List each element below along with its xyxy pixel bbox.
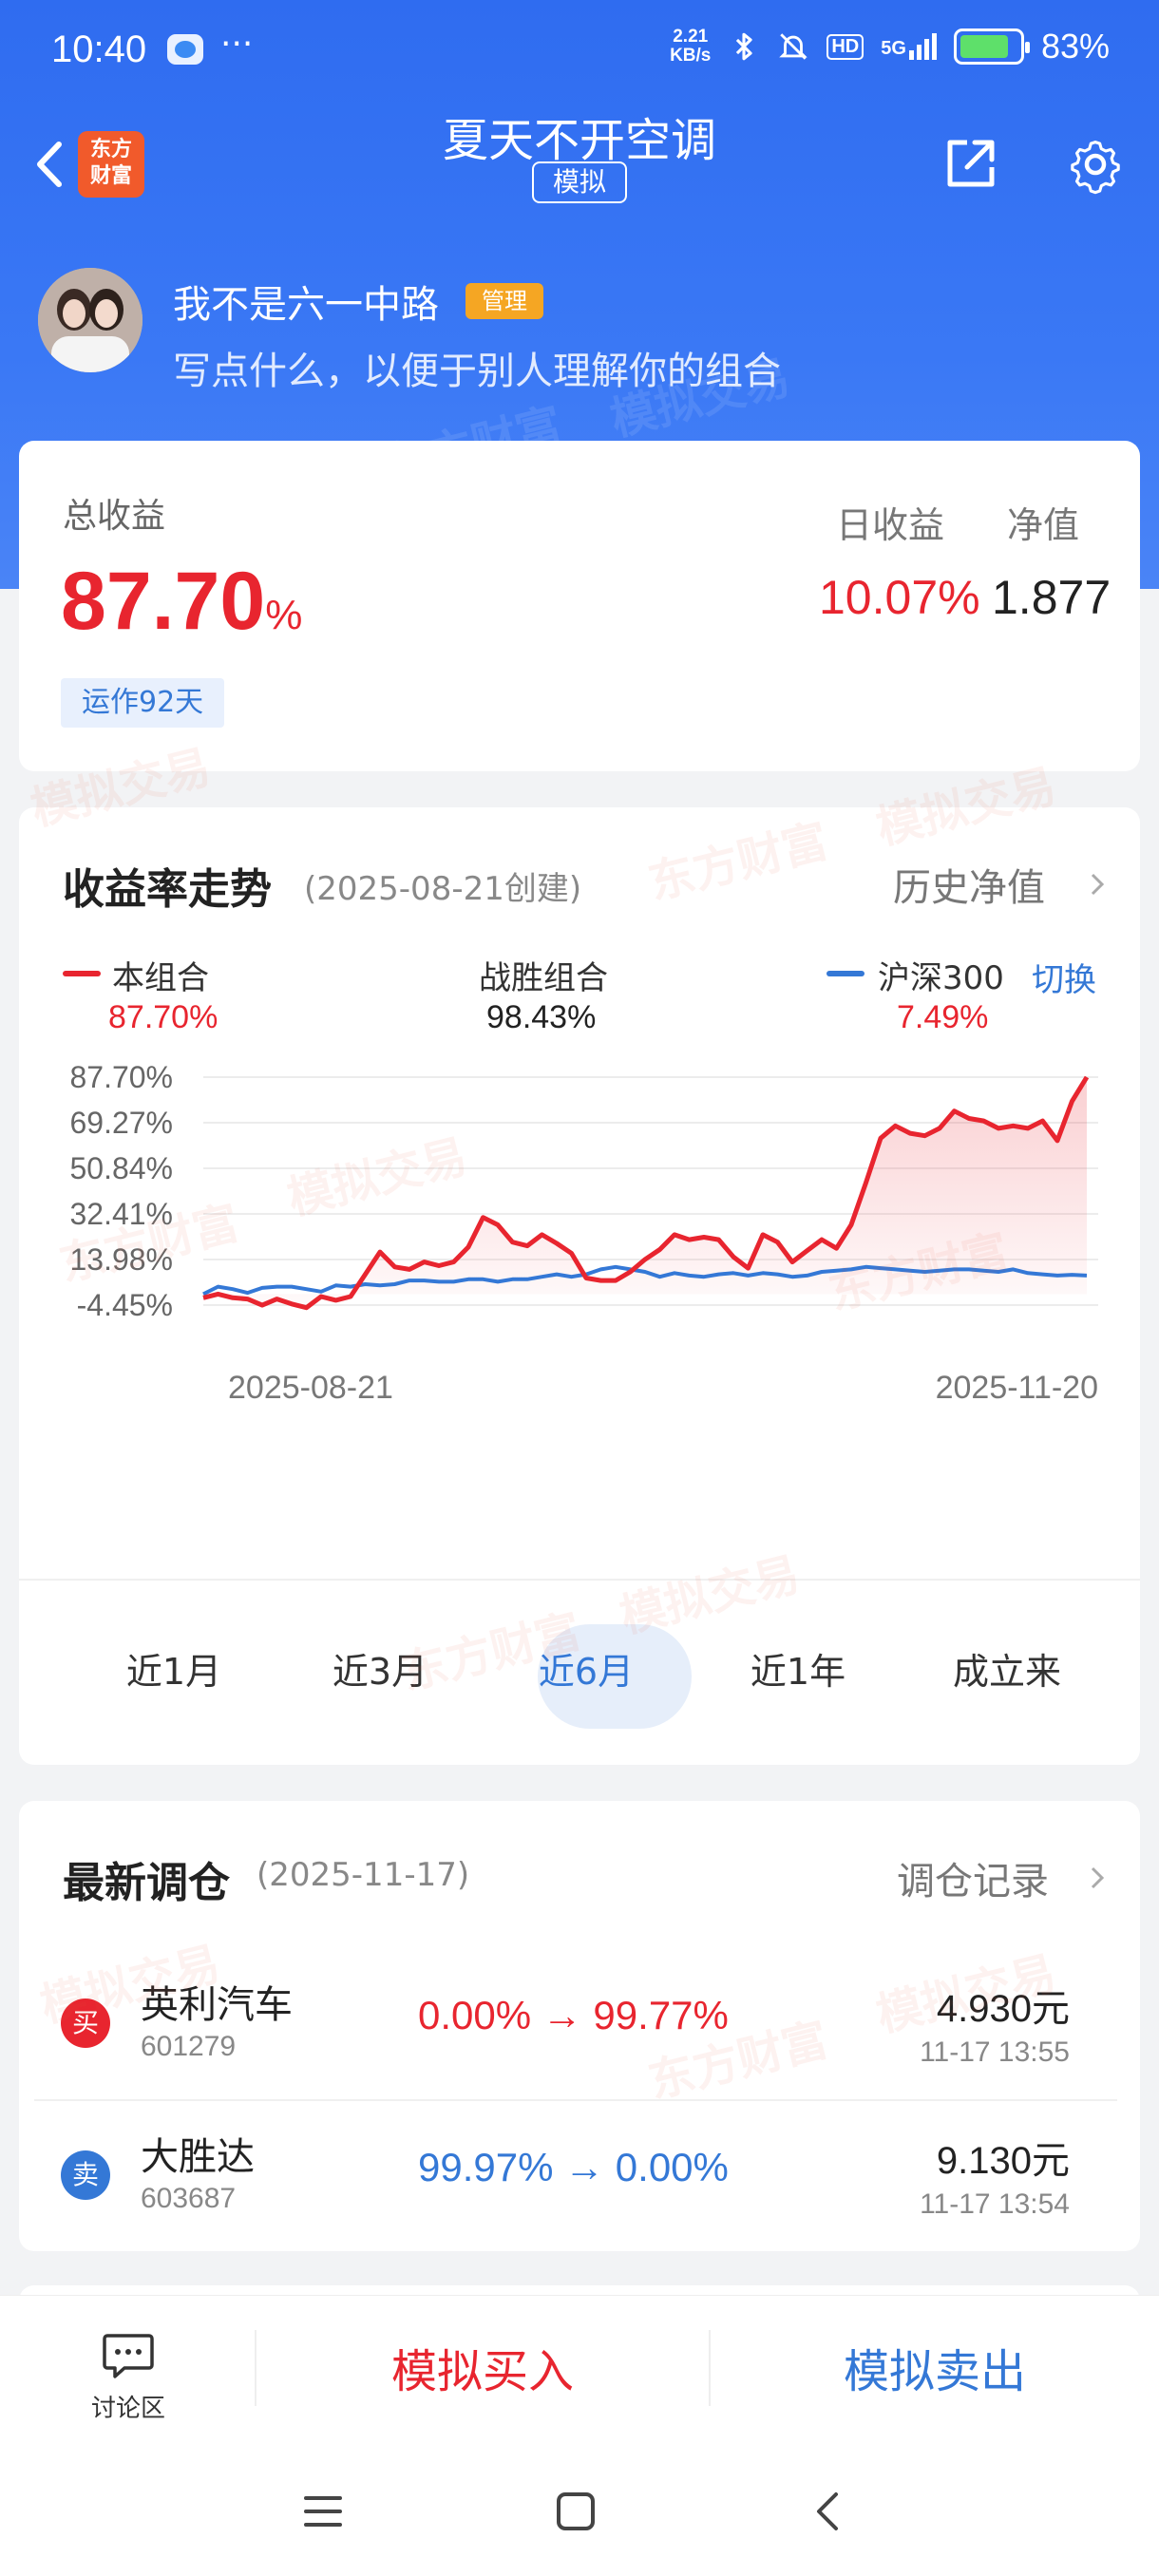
x-tick-label: 2025-11-20 bbox=[936, 1370, 1098, 1406]
nav-value: 1.877 bbox=[992, 571, 1112, 624]
y-tick-label: 69.27% bbox=[69, 1106, 173, 1140]
sell-badge: 卖 bbox=[61, 2150, 110, 2200]
discussion-label: 讨论区 bbox=[90, 2395, 165, 2423]
y-tick-label: -4.45% bbox=[77, 1288, 173, 1322]
more-notifications-indicator: ··· bbox=[220, 25, 254, 64]
total-return-unit: % bbox=[265, 592, 303, 638]
share-icon[interactable] bbox=[940, 133, 1001, 194]
running-days-tag: 运作92天 bbox=[61, 678, 225, 728]
stock-code: 603687 bbox=[141, 2183, 237, 2214]
y-tick-label: 13.98% bbox=[69, 1242, 173, 1277]
rebalance-date: (2025-11-17) bbox=[256, 1856, 470, 1894]
chevron-right-icon bbox=[1091, 873, 1105, 896]
legend-beat-label: 战胜组合 bbox=[479, 959, 608, 997]
trade-price: 9.130元 bbox=[936, 2140, 1070, 2182]
battery-level: 83% bbox=[1040, 27, 1110, 66]
settings-gear-icon[interactable] bbox=[1064, 133, 1127, 196]
rebalance-row[interactable]: 卖 大胜达 603687 99.97% → 0.00% 9.130元 11-17… bbox=[19, 2101, 1140, 2255]
network-speed-unit: KB/s bbox=[670, 46, 712, 66]
total-return-label: 总收益 bbox=[63, 497, 166, 536]
chart-created-date: (2025-08-21创建) bbox=[304, 870, 582, 908]
system-navigation-bar bbox=[0, 2447, 1159, 2576]
bottom-action-bar: 讨论区 模拟买入 模拟卖出 bbox=[0, 2295, 1159, 2447]
trade-time: 11-17 13:55 bbox=[920, 2036, 1070, 2068]
daily-return-value: 10.07% bbox=[819, 571, 980, 624]
chevron-right-icon bbox=[1091, 1866, 1105, 1889]
hd-icon: HD bbox=[826, 33, 864, 60]
legend-index-label: 沪深300 bbox=[878, 959, 1004, 997]
portfolio-description[interactable]: 写点什么，以便于别人理解你的组合 bbox=[173, 340, 781, 395]
legend-beat-value: 98.43% bbox=[486, 999, 597, 1035]
y-tick-label: 50.84% bbox=[69, 1151, 173, 1185]
trade-time: 11-17 13:54 bbox=[920, 2188, 1070, 2220]
bluetooth-icon bbox=[736, 32, 753, 61]
simulation-tag: 模拟 bbox=[532, 161, 627, 203]
discussion-button[interactable]: 讨论区 bbox=[76, 2332, 180, 2424]
rebalance-record-link[interactable]: 调仓记录 bbox=[897, 1850, 1049, 1905]
history-nav-label: 历史净值 bbox=[893, 866, 1045, 910]
x-tick-label: 2025-08-21 bbox=[228, 1370, 393, 1406]
y-tick-label: 32.41% bbox=[69, 1197, 173, 1231]
period-tab[interactable]: 近1月 bbox=[103, 1624, 245, 1719]
avatar-image bbox=[38, 268, 142, 372]
battery-icon bbox=[953, 28, 1030, 65]
legend-portfolio-swatch bbox=[63, 971, 101, 976]
daily-return-label: 日收益 bbox=[836, 504, 945, 546]
signal-icon: 5G bbox=[881, 33, 937, 60]
rebalance-row[interactable]: 买 英利汽车 601279 0.00% → 99.77% 4.930元 11-1… bbox=[19, 1949, 1140, 2103]
legend-index-value: 7.49% bbox=[897, 999, 989, 1035]
position-change: 99.97% → 0.00% bbox=[418, 2145, 729, 2189]
simulated-sell-button[interactable]: 模拟卖出 bbox=[709, 2296, 1159, 2448]
admin-badge: 管理 bbox=[466, 283, 543, 319]
chat-bubble-icon bbox=[103, 2334, 154, 2378]
legend-portfolio-value: 87.70% bbox=[108, 999, 218, 1035]
rebalance-card: 最新调仓 (2025-11-17) 调仓记录 买 英利汽车 601279 0.0… bbox=[19, 1801, 1140, 2251]
summary-card: 总收益 87.70% 运作92天 日收益 净值 10.07% 1.877 bbox=[19, 441, 1140, 771]
return-line-chart[interactable]: 87.70% 69.27% 50.84% 32.41% 13.98% -4.45% 202… bbox=[19, 1064, 1140, 1425]
period-tab[interactable]: 近6月 bbox=[515, 1624, 692, 1729]
period-tab[interactable]: 近3月 bbox=[309, 1624, 451, 1719]
switch-benchmark-button[interactable]: 切换 bbox=[1032, 954, 1096, 1000]
status-bar: 10:40 ··· 2.21 KB/s HD 5G 83% bbox=[0, 0, 1159, 104]
stock-name: 大胜达 bbox=[141, 2135, 255, 2179]
menu-icon[interactable] bbox=[302, 2491, 344, 2532]
status-time: 10:40 bbox=[51, 28, 147, 70]
network-speed: 2.21 KB/s bbox=[670, 28, 711, 66]
home-icon[interactable] bbox=[555, 2491, 597, 2532]
rebalance-title: 最新调仓 bbox=[63, 1859, 230, 1907]
return-trend-card: 收益率走势 (2025-08-21创建) 历史净值 本组合 87.70% 战胜组… bbox=[19, 807, 1140, 1765]
network-type: 5G bbox=[881, 38, 906, 59]
stock-code: 601279 bbox=[141, 2031, 237, 2062]
mute-bell-icon bbox=[779, 33, 808, 60]
period-tab[interactable]: 成立来 bbox=[936, 1624, 1078, 1719]
chart-title: 收益率走势 bbox=[63, 865, 272, 914]
y-tick-label: 87.70% bbox=[69, 1064, 173, 1094]
position-change: 0.00% → 99.77% bbox=[418, 1993, 729, 2037]
buy-badge: 买 bbox=[61, 1998, 110, 2048]
network-speed-value: 2.21 bbox=[673, 27, 709, 47]
user-name[interactable]: 我不是六一中路 bbox=[173, 274, 439, 329]
period-tab[interactable]: 近1年 bbox=[727, 1624, 869, 1719]
history-nav-link[interactable]: 历史净值 bbox=[893, 857, 1045, 912]
stock-name: 英利汽车 bbox=[141, 1983, 293, 2027]
legend-portfolio-label: 本组合 bbox=[112, 959, 209, 997]
legend-index-swatch bbox=[826, 971, 864, 976]
period-tabs: 近1月 近3月 近6月 近1年 成立来 bbox=[19, 1624, 1140, 1729]
notification-app-icon bbox=[167, 34, 203, 65]
chart-divider bbox=[19, 1579, 1140, 1581]
user-avatar[interactable] bbox=[38, 268, 142, 372]
total-return-number: 87.70 bbox=[61, 556, 266, 647]
back-icon[interactable] bbox=[809, 2489, 847, 2534]
simulated-buy-button[interactable]: 模拟买入 bbox=[256, 2296, 709, 2448]
trade-price: 4.930元 bbox=[936, 1988, 1070, 2030]
nav-label: 净值 bbox=[1007, 504, 1080, 546]
total-return-value: 87.70% bbox=[61, 555, 302, 649]
